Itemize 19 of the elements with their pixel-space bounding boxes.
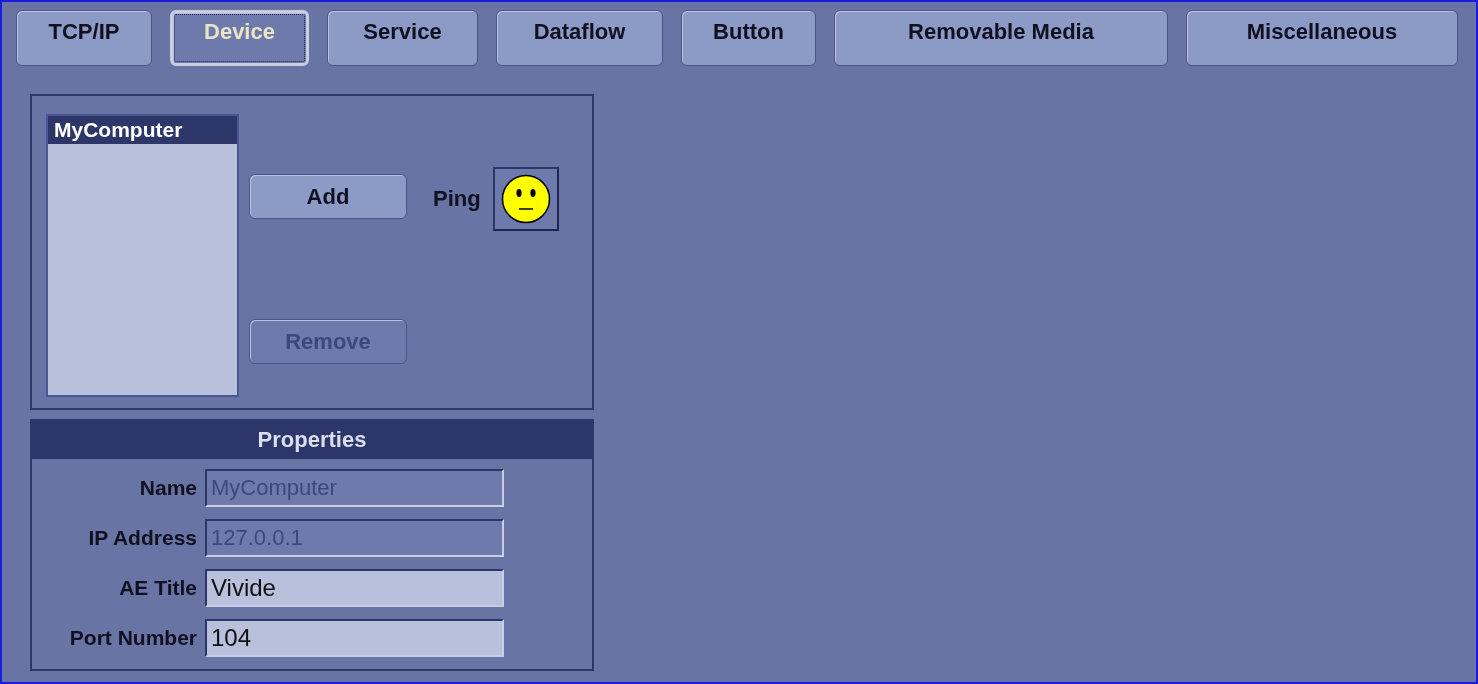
tab[interactable]: Button: [681, 10, 816, 66]
tab[interactable]: Service: [327, 10, 478, 66]
field-label: Name: [138, 476, 197, 500]
input-field[interactable]: Vivide: [205, 569, 504, 607]
tab[interactable]: Miscellaneous: [1186, 10, 1458, 66]
ping-label: Ping: [433, 186, 481, 212]
list-item[interactable]: MyComputer: [48, 116, 237, 144]
field-label: Port Number: [68, 626, 197, 650]
ping-button[interactable]: [492, 167, 559, 231]
tab[interactable]: Removable Media: [834, 10, 1168, 66]
input-field[interactable]: 104: [205, 619, 504, 657]
device-list[interactable]: MyComputer: [46, 114, 239, 397]
properties-header: Properties: [32, 421, 592, 459]
button[interactable]: Add: [249, 174, 407, 219]
field-label: IP Address: [87, 526, 197, 550]
tab[interactable]: TCP/IP: [16, 10, 152, 66]
neutral-face-icon: [500, 174, 551, 224]
tab[interactable]: Dataflow: [496, 10, 663, 66]
field-label: AE Title: [118, 576, 197, 600]
